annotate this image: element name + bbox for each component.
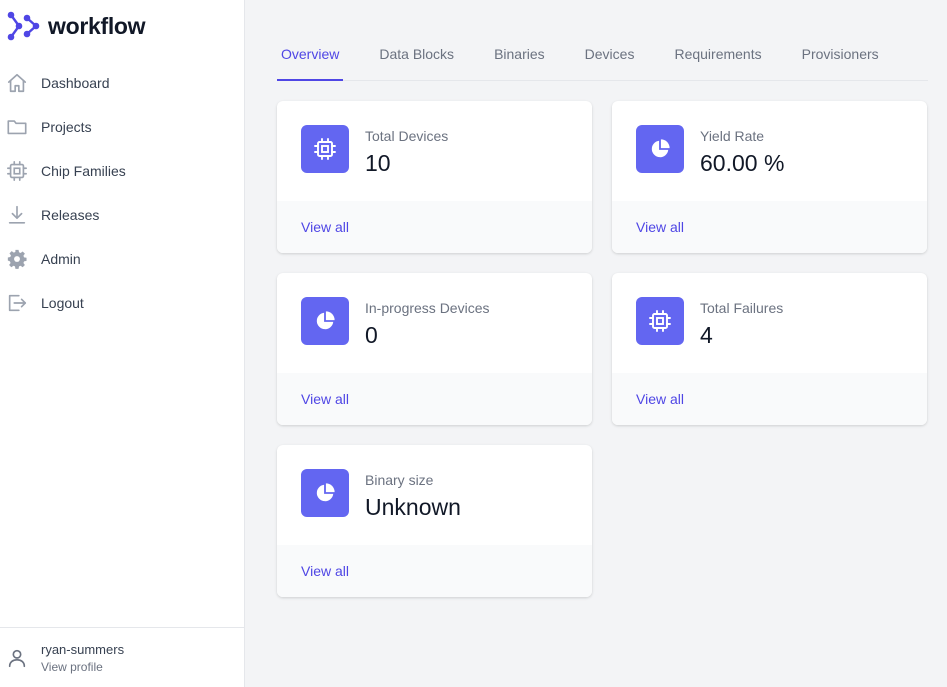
sidebar-item-label: Admin xyxy=(41,251,81,267)
sidebar-item-label: Projects xyxy=(41,119,92,135)
main-content: Overview Data Blocks Binaries Devices Re… xyxy=(245,0,947,687)
brand-name: workflow xyxy=(48,12,146,39)
sidebar-item-chip-families[interactable]: Chip Families xyxy=(0,149,244,193)
user-profile[interactable]: ryan-summers View profile xyxy=(0,627,244,687)
tab-data-blocks[interactable]: Data Blocks xyxy=(375,28,458,80)
brand[interactable]: workflow xyxy=(0,0,244,52)
stat-card-total-failures: Total Failures 4 View all xyxy=(612,273,927,425)
chip-icon xyxy=(636,297,684,345)
sidebar-nav: Dashboard Projects Chip Families Release… xyxy=(0,61,244,325)
stat-value: 0 xyxy=(365,322,378,348)
tab-provisioners[interactable]: Provisioners xyxy=(798,28,883,80)
home-icon xyxy=(6,72,28,94)
tab-devices[interactable]: Devices xyxy=(581,28,639,80)
profile-username: ryan-summers xyxy=(41,641,125,657)
pie-chart-icon xyxy=(636,125,684,173)
stat-card-binary-size: Binary size Unknown View all xyxy=(277,445,592,597)
tab-binaries[interactable]: Binaries xyxy=(490,28,549,80)
stat-value: 10 xyxy=(365,150,391,176)
sidebar-item-admin[interactable]: Admin xyxy=(0,237,244,281)
logout-icon xyxy=(6,292,28,314)
stat-label: Yield Rate xyxy=(700,128,765,144)
tab-bar: Overview Data Blocks Binaries Devices Re… xyxy=(277,28,928,81)
folder-icon xyxy=(6,116,28,138)
sidebar-item-logout[interactable]: Logout xyxy=(0,281,244,325)
stat-card-in-progress-devices: In-progress Devices 0 View all xyxy=(277,273,592,425)
sidebar-item-label: Dashboard xyxy=(41,75,110,91)
chip-icon xyxy=(301,125,349,173)
stat-value: 60.00 % xyxy=(700,150,785,176)
stat-value: Unknown xyxy=(365,494,461,520)
view-all-link[interactable]: View all xyxy=(301,391,349,407)
stat-label: Total Failures xyxy=(700,300,784,316)
tab-requirements[interactable]: Requirements xyxy=(670,28,765,80)
sidebar-item-projects[interactable]: Projects xyxy=(0,105,244,149)
view-all-link[interactable]: View all xyxy=(636,391,684,407)
view-all-link[interactable]: View all xyxy=(636,219,684,235)
view-all-link[interactable]: View all xyxy=(301,563,349,579)
sidebar-item-label: Logout xyxy=(41,295,84,311)
app-root: workflow Dashboard Projects Chip Familie… xyxy=(0,0,947,687)
view-profile-link[interactable]: View profile xyxy=(41,660,124,674)
chip-icon xyxy=(6,160,28,182)
download-icon xyxy=(6,204,28,226)
tab-overview[interactable]: Overview xyxy=(277,28,344,81)
stat-value: 4 xyxy=(700,322,713,348)
workflow-logo-icon xyxy=(6,9,40,43)
pie-chart-icon xyxy=(301,469,349,517)
sidebar-item-label: Chip Families xyxy=(41,163,126,179)
sidebar: workflow Dashboard Projects Chip Familie… xyxy=(0,0,245,687)
stat-label: Total Devices xyxy=(365,128,449,144)
gear-icon xyxy=(6,248,28,270)
pie-chart-icon xyxy=(301,297,349,345)
stat-card-total-devices: Total Devices 10 View all xyxy=(277,101,592,253)
profile-text: ryan-summers View profile xyxy=(41,642,124,674)
user-icon xyxy=(6,647,28,669)
sidebar-item-releases[interactable]: Releases xyxy=(0,193,244,237)
stat-card-yield-rate: Yield Rate 60.00 % View all xyxy=(612,101,927,253)
sidebar-item-dashboard[interactable]: Dashboard xyxy=(0,61,244,105)
stat-label: In-progress Devices xyxy=(365,300,490,316)
sidebar-item-label: Releases xyxy=(41,207,100,223)
view-all-link[interactable]: View all xyxy=(301,219,349,235)
stat-label: Binary size xyxy=(365,472,434,488)
